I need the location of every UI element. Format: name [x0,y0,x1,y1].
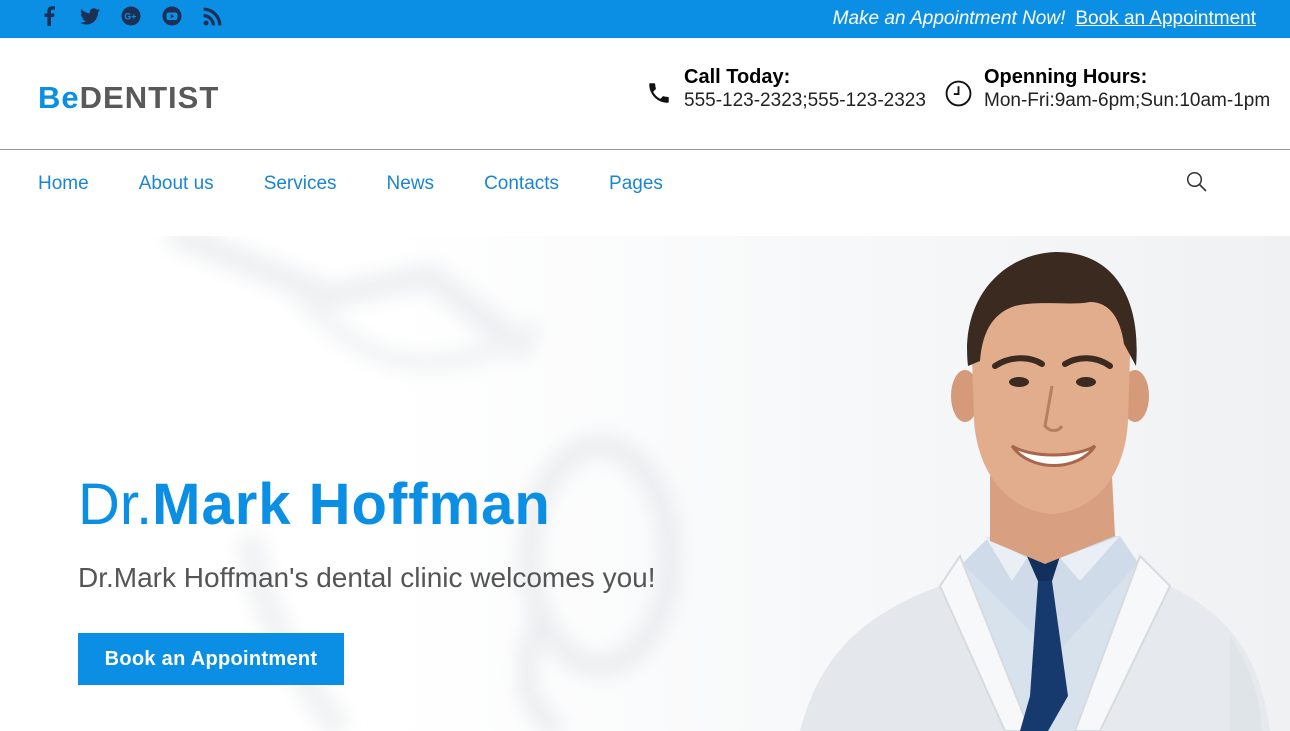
hours-text: Openning Hours: Mon-Fri:9am-6pm;Sun:10am… [984,65,1270,113]
call-phone-numbers: 555-123-2323;555-123-2323 [684,90,926,111]
hero-title-prefix: Dr. [78,472,153,537]
google-plus-icon[interactable]: G+ [120,6,141,27]
doctor-photo [800,251,1270,731]
main-nav: Home About us Services News Contacts Pag… [0,151,1290,237]
twitter-icon[interactable] [79,6,100,27]
call-info: Call Today: 555-123-2323;555-123-2323 [645,65,926,113]
facebook-icon[interactable] [38,6,59,27]
nav-item-services[interactable]: Services [264,173,337,195]
top-bar: G+ Make an Appointment Now! Book an Appo… [0,0,1290,38]
call-title: Call Today: [684,66,791,88]
nav-item-pages[interactable]: Pages [609,173,663,195]
logo-dentist: DENTIST [79,80,220,115]
nav-item-home[interactable]: Home [38,173,89,195]
appointment-cta-text: Make an Appointment Now! [832,8,1066,29]
hero-subtitle: Dr.Mark Hoffman's dental clinic welcomes… [78,562,656,593]
phone-icon [645,79,673,107]
clock-icon [944,79,972,107]
nav-items: Home About us Services News Contacts Pag… [38,173,713,195]
hero-title: Dr.Mark Hoffman [78,470,551,540]
nav-item-about-us[interactable]: About us [139,173,214,195]
search-icon[interactable] [1186,171,1210,195]
svg-text:G+: G+ [124,12,136,22]
book-appointment-link[interactable]: Book an Appointment [1075,8,1256,30]
site-logo[interactable]: BeDENTIST [38,80,219,116]
nav-item-news[interactable]: News [387,173,435,195]
nav-item-contacts[interactable]: Contacts [484,173,559,195]
logo-be: Be [38,80,80,115]
hero-book-appointment-button[interactable]: Book an Appointment [78,633,344,685]
hours-info: Openning Hours: Mon-Fri:9am-6pm;Sun:10am… [944,65,1270,113]
site-header: BeDENTIST Call Today: 555-123-2323;555-1… [0,38,1290,150]
hours-value: Mon-Fri:9am-6pm;Sun:10am-1pm [984,90,1271,111]
rss-icon[interactable] [202,6,223,27]
youtube-icon[interactable] [161,6,182,27]
hero-section: Dr.Mark Hoffman Dr.Mark Hoffman's dental… [0,236,1290,731]
social-links: G+ [38,5,223,27]
call-text: Call Today: 555-123-2323;555-123-2323 [684,65,926,113]
hours-title: Openning Hours: [984,66,1148,88]
hero-title-name: Mark Hoffman [152,472,551,537]
appointment-cta: Make an Appointment Now! Book an Appoint… [833,8,1256,30]
